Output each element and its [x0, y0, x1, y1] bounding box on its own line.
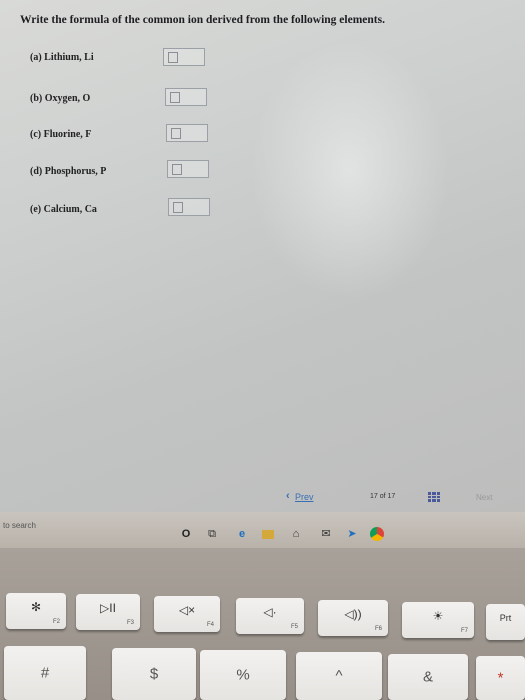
math-template-icon: [170, 92, 180, 103]
key-ampersand[interactable]: &: [388, 654, 468, 700]
answer-input-lithium[interactable]: [163, 48, 205, 66]
backlight-icon: ☀: [432, 609, 444, 624]
answer-input-fluorine[interactable]: [166, 124, 208, 142]
math-template-icon: [173, 202, 183, 213]
brightness-down-icon: ✻: [30, 600, 42, 615]
chrome-icon[interactable]: [370, 527, 384, 541]
key-f7[interactable]: ☀ F7: [402, 602, 474, 638]
prev-link[interactable]: Prev: [295, 492, 314, 502]
question-text: Write the formula of the common ion deri…: [20, 14, 385, 26]
store-icon[interactable]: ⌂: [290, 528, 302, 540]
pagination-bar: ‹ Prev 17 of 17 Next: [286, 490, 525, 506]
key-caret[interactable]: ^: [296, 652, 382, 700]
key-f3[interactable]: ▷II F3: [76, 594, 140, 630]
next-link[interactable]: Next: [476, 493, 492, 502]
grid-icon[interactable]: [428, 492, 440, 502]
volume-down-icon: ◁·: [263, 605, 277, 620]
item-fluorine-label: (c) Fluorine, F: [30, 129, 92, 140]
cortana-icon[interactable]: O: [180, 528, 192, 540]
item-lithium-label: (a) Lithium, Li: [30, 52, 94, 63]
math-template-icon: [171, 128, 181, 139]
math-template-icon: [172, 164, 182, 175]
assignment-page: Write the formula of the common ion deri…: [0, 0, 525, 500]
answer-input-calcium[interactable]: [168, 198, 210, 216]
arrow-icon[interactable]: ➤: [346, 528, 358, 540]
volume-up-icon: ◁)): [344, 607, 362, 622]
key-asterisk[interactable]: *: [476, 656, 525, 700]
item-oxygen-label: (b) Oxygen, O: [30, 93, 91, 104]
item-phosphorus-label: (d) Phosphorus, P: [30, 166, 107, 177]
monitor-screen: Write the formula of the common ion deri…: [0, 0, 525, 548]
key-percent[interactable]: %: [200, 650, 286, 700]
key-hash[interactable]: #: [4, 646, 86, 700]
file-explorer-icon[interactable]: [262, 530, 274, 539]
key-f2[interactable]: ✻ F2: [6, 593, 66, 629]
answer-input-phosphorus[interactable]: [167, 160, 209, 178]
key-f6[interactable]: ◁)) F6: [318, 600, 388, 636]
task-view-icon[interactable]: ⧉: [206, 528, 218, 540]
taskbar-search-input[interactable]: to search: [3, 521, 36, 530]
key-print-screen[interactable]: Prt: [486, 604, 525, 640]
edge-icon[interactable]: e: [236, 528, 248, 540]
laptop-keyboard: ✻ F2 ▷II F3 ◁× F4 ◁· F5 ◁)) F6 ☀ F7 Prt …: [0, 548, 525, 700]
item-calcium-label: (e) Calcium, Ca: [30, 204, 97, 215]
mail-icon[interactable]: ✉: [320, 528, 332, 540]
play-pause-icon: ▷II: [100, 601, 116, 616]
windows-taskbar: to search O ⧉ e ⌂ ✉ ➤: [0, 512, 525, 548]
key-dollar[interactable]: $: [112, 648, 196, 700]
key-f5[interactable]: ◁· F5: [236, 598, 304, 634]
chevron-left-icon[interactable]: ‹: [286, 490, 290, 502]
key-f4[interactable]: ◁× F4: [154, 596, 220, 632]
answer-input-oxygen[interactable]: [165, 88, 207, 106]
math-template-icon: [168, 52, 178, 63]
mute-icon: ◁×: [178, 603, 196, 618]
page-count: 17 of 17: [370, 493, 396, 500]
